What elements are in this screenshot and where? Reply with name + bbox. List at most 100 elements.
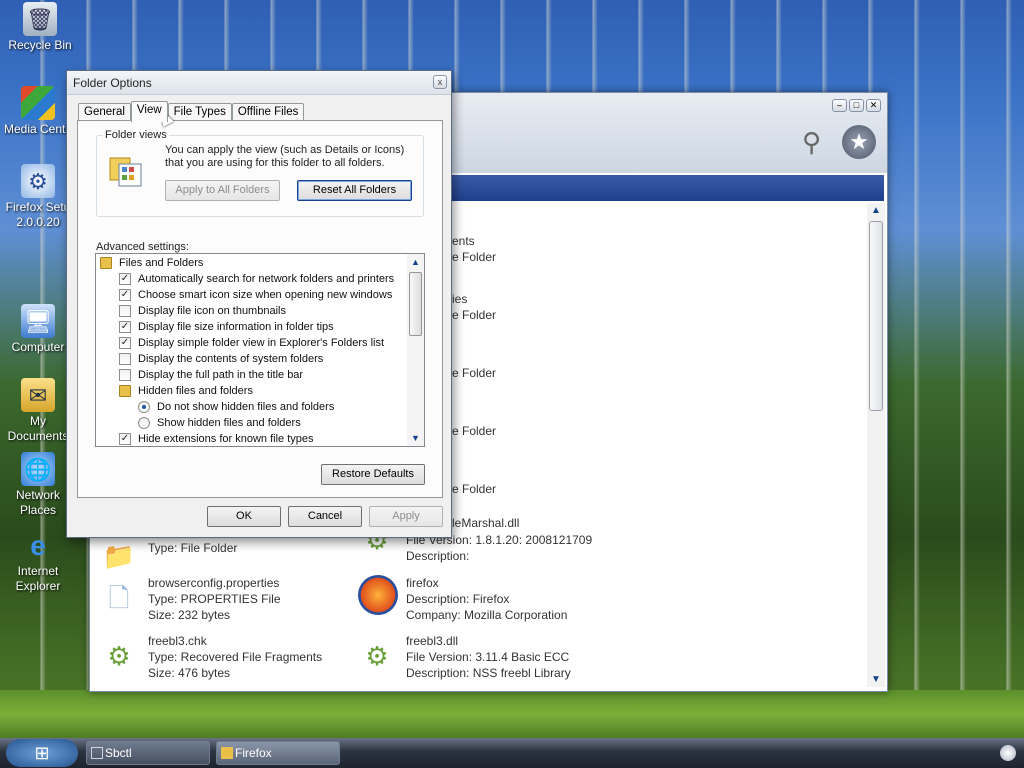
folder-views-icon [109,157,142,187]
scroll-down-icon[interactable]: ▼ [411,433,420,443]
file-name: freebl3.dll [406,634,459,648]
file-version: File Version: 3.11.4 Basic ECC [406,650,570,664]
file-type-partial: e Folder [452,250,497,264]
system-tray-icon[interactable] [1000,745,1016,761]
checkbox-checked-icon[interactable]: ✓ [119,337,131,349]
document-icon: 🗋 [108,583,130,613]
scroll-up-icon[interactable]: ▲ [411,257,420,267]
file-type-partial: e Folder [452,482,497,496]
file-name-partial: leMarshal.dll [452,516,520,530]
file-name: freebl3.chk [148,634,207,648]
window-icon [91,747,103,759]
folder-icon [221,747,233,759]
minimize-button[interactable]: – [832,99,847,112]
checkbox-unchecked-icon[interactable] [119,369,131,381]
advanced-settings-list: Files and Folders ✓ Automatically search… [95,253,425,447]
close-button[interactable]: ✕ [866,99,881,112]
tab-file-types[interactable]: File Types [167,103,232,121]
checkbox-unchecked-icon[interactable] [119,305,131,317]
explorer-scrollbar[interactable]: ▲ ▼ [867,203,885,687]
folder-views-description: You can apply the view (such as Details … [165,144,405,169]
checkbox-checked-icon[interactable]: ✓ [119,273,131,285]
desktop-icon-my-documents[interactable]: ✉ My Documents [0,378,76,444]
taskbar-item-firefox[interactable]: Firefox [216,741,340,765]
advanced-settings-label: Advanced settings: [96,241,189,253]
apply-button[interactable]: Apply [369,506,443,527]
checkbox-checked-icon[interactable]: ✓ [119,321,131,333]
wallpaper-meadow [0,690,1024,738]
firefox-icon [358,575,398,615]
desktop-icon-label: Firefox Setu 2.0.0.20 [5,200,71,229]
scroll-thumb[interactable] [869,221,883,411]
folder-icon [119,385,131,397]
my-documents-icon: ✉ [21,378,55,412]
ok-button[interactable]: OK [207,506,281,527]
favorites-star-icon[interactable]: ★ [842,125,876,159]
scroll-up-icon[interactable]: ▲ [871,205,881,216]
scroll-down-icon[interactable]: ▼ [871,674,881,685]
desktop-icon-computer[interactable]: 🖥 Computer [0,304,76,355]
apply-to-all-folders-button[interactable]: Apply to All Folders [165,180,280,201]
setting-label: Hide extensions for known file types [138,433,314,445]
dll-icon: ⚙ [107,641,131,671]
advanced-settings-scrollbar[interactable]: ▲ ▼ [407,254,424,446]
view-tab-panel: Folder views You can apply the view (suc… [77,120,443,498]
media-center-icon [21,86,55,120]
start-button[interactable]: ⊞ [6,739,78,767]
reset-all-folders-button[interactable]: Reset All Folders [297,180,412,201]
radio-selected-icon[interactable] [138,401,150,413]
explorer-header-bar [448,175,884,201]
desktop-icon-internet-explorer[interactable]: e Internet Explorer [0,528,76,594]
taskbar-item-label: Sbctl [105,746,132,760]
dialog-title: Folder Options [73,76,152,90]
file-name: firefox [406,576,439,590]
file-company: Company: Mozilla Corporation [406,608,568,622]
taskbar-item-sbctl[interactable]: Sbctl [86,741,210,765]
setting-label: Show hidden files and folders [157,417,301,429]
file-type: Type: Recovered File Fragments [148,650,323,664]
desktop-icon-label: Network Places [15,488,60,517]
setting-label: Display the contents of system folders [138,353,324,365]
dll-icon: ⚙ [365,641,389,671]
search-icon[interactable]: ⚲ [802,127,832,157]
internet-explorer-icon: e [30,529,46,561]
file-type-partial: e Folder [452,424,497,438]
setting-label: Display simple folder view in Explorer's… [138,337,385,349]
desktop-icon-media-center[interactable]: Media Cente [0,86,76,137]
setting-label: Display file icon on thumbnails [138,305,286,317]
setting-label: Hidden files and folders [138,385,253,397]
scroll-thumb[interactable] [409,272,422,336]
setting-label: Display file size information in folder … [138,321,334,333]
maximize-button[interactable]: □ [849,99,864,112]
file-type: Type: File Folder [148,541,238,555]
cancel-button[interactable]: Cancel [288,506,362,527]
desktop-icon-label: Internet Explorer [15,564,61,593]
restore-defaults-button[interactable]: Restore Defaults [321,464,425,485]
file-type-partial: e Folder [452,366,497,380]
file-name-partial: ies [452,292,468,306]
network-places-icon: 🌐 [21,452,55,486]
tab-offline-files[interactable]: Offline Files [231,103,305,121]
file-type-partial: e Folder [452,308,497,322]
desktop-icon-firefox-setup[interactable]: ⚙ Firefox Setu 2.0.0.20 [0,164,76,230]
file-description: Description: NSS freebl Library [406,666,571,680]
folder-icon: 📁 [102,541,136,571]
radio-unselected-icon[interactable] [138,417,150,429]
checkbox-unchecked-icon[interactable] [119,353,131,365]
setting-label: Choose smart icon size when opening new … [138,289,393,301]
desktop-icon-network-places[interactable]: 🌐 Network Places [0,452,76,518]
checkbox-checked-icon[interactable]: ✓ [119,289,131,301]
setting-label: Files and Folders [119,257,204,269]
dialog-close-button[interactable]: x [433,75,447,89]
computer-icon: 🖥 [21,304,55,338]
tab-view[interactable]: View [130,101,168,122]
tab-general[interactable]: General [78,103,131,121]
taskbar: ⊞ Sbctl Firefox [0,738,1024,768]
checkbox-checked-icon[interactable]: ✓ [119,433,131,445]
folder-views-group: Folder views You can apply the view (suc… [96,129,424,217]
file-size: Size: 232 bytes [148,608,231,622]
desktop-icon-recycle-bin[interactable]: 🗑 Recycle Bin [2,2,78,53]
desktop-icon-label: Recycle Bin [8,38,72,52]
folder-views-legend: Folder views [103,129,169,141]
file-description: Description: Firefox [406,592,510,606]
